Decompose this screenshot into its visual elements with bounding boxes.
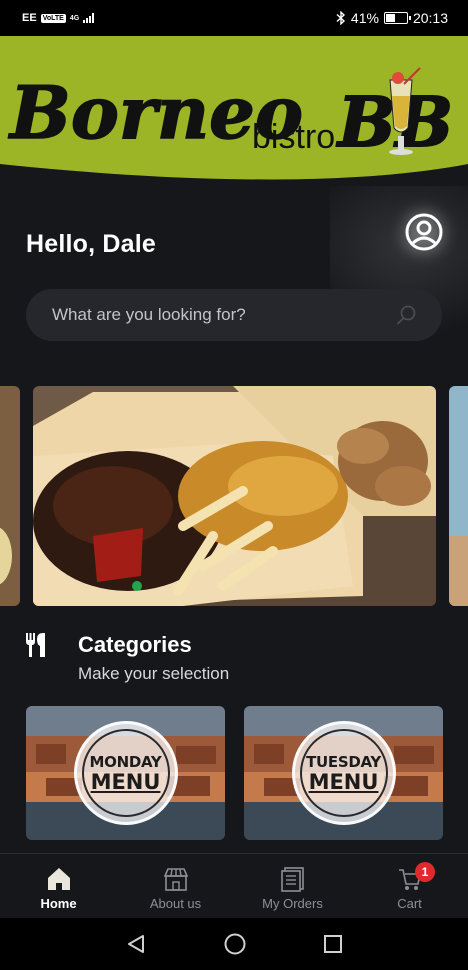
clock: 20:13 xyxy=(412,10,448,26)
nav-my-orders[interactable]: My Orders xyxy=(234,854,351,918)
nav-cart[interactable]: 1 Cart xyxy=(351,854,468,918)
bluetooth-icon xyxy=(336,11,345,25)
categories-title: Categories xyxy=(78,632,192,657)
bottom-navigation: Home About us My Orders 1 Cart xyxy=(0,853,468,918)
signal-icon xyxy=(83,13,95,23)
cutlery-icon xyxy=(26,633,45,657)
battery-icon xyxy=(383,12,411,24)
category-stamp: MONDAY MENU xyxy=(73,721,178,825)
back-icon[interactable] xyxy=(125,933,147,955)
battery-percent: 41% xyxy=(350,10,379,26)
category-card-monday[interactable]: MONDAY MENU xyxy=(26,706,225,840)
profile-button[interactable] xyxy=(404,212,444,252)
carousel-indicator-dot[interactable] xyxy=(132,581,142,591)
carrier-label: EE xyxy=(22,12,37,24)
nav-orders-label: My Orders xyxy=(262,896,323,911)
brand-banner: Borneo bistro BB xyxy=(0,36,468,180)
search-bar[interactable] xyxy=(26,289,442,341)
home-circle-icon[interactable] xyxy=(223,932,247,956)
category-label-menu: MENU xyxy=(308,769,379,794)
nav-cart-label: Cart xyxy=(397,896,422,911)
status-right: 41% 20:13 xyxy=(336,10,448,26)
status-bar: EE VoLTE 4G 41% 20:13 xyxy=(0,0,468,36)
system-navigation-bar xyxy=(0,918,468,970)
orders-icon xyxy=(280,867,304,892)
search-input[interactable] xyxy=(52,305,396,325)
header-banner: Borneo bistro BB xyxy=(0,36,468,186)
category-label: TUESDAY xyxy=(306,752,381,771)
categories-subtitle: Make your selection xyxy=(78,664,230,683)
greeting-title: Hello, Dale xyxy=(26,230,157,258)
status-left: EE VoLTE 4G xyxy=(22,12,95,24)
category-label: MONDAY xyxy=(89,752,162,771)
logo-sub: bistro xyxy=(252,118,335,156)
nav-home[interactable]: Home xyxy=(0,854,117,918)
carousel-slide-prev[interactable] xyxy=(0,386,20,606)
cart-badge: 1 xyxy=(415,862,435,882)
recents-icon[interactable] xyxy=(323,934,343,954)
carousel-slide-next[interactable] xyxy=(449,386,468,606)
volte-badge: VoLTE xyxy=(40,13,66,23)
category-card-tuesday[interactable]: TUESDAY MENU xyxy=(244,706,443,840)
nav-about-us[interactable]: About us xyxy=(117,854,234,918)
carousel-slide-food-photo[interactable] xyxy=(33,386,436,606)
promo-carousel[interactable] xyxy=(0,386,468,608)
store-icon xyxy=(163,868,188,891)
app-screen: Borneo bistro BB Hello, Dale xyxy=(0,36,468,918)
home-icon xyxy=(47,868,70,890)
network-label: 4G xyxy=(69,14,80,22)
category-label-menu: MENU xyxy=(90,769,161,794)
search-icon[interactable] xyxy=(396,304,418,326)
nav-home-label: Home xyxy=(40,896,77,911)
nav-about-label: About us xyxy=(149,896,202,911)
category-stamp: TUESDAY MENU xyxy=(291,721,396,825)
food-photo xyxy=(33,386,436,606)
user-icon xyxy=(405,213,443,251)
